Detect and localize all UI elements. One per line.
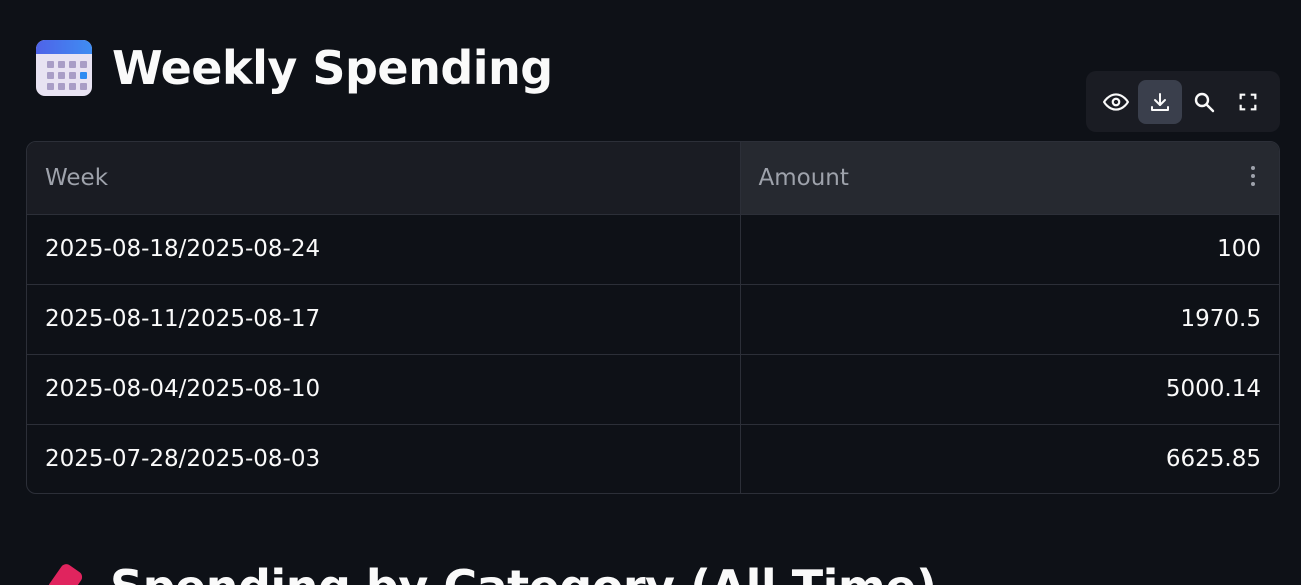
week-cell[interactable]: 2025-08-04/2025-08-10	[27, 354, 741, 425]
column-header-amount-label: Amount	[758, 164, 849, 191]
week-cell[interactable]: 2025-08-18/2025-08-24	[27, 214, 741, 285]
column-menu-icon[interactable]	[1251, 166, 1257, 186]
category-spending-heading: Spending by Category (All Time)	[36, 560, 937, 585]
section-title: Spending by Category (All Time)	[110, 564, 937, 585]
column-header-week[interactable]: Week	[27, 142, 741, 215]
column-header-amount[interactable]: Amount	[740, 142, 1279, 215]
download-csv-button[interactable]	[1138, 79, 1182, 124]
table-row: 2025-08-04/2025-08-10 5000.14	[27, 354, 1279, 425]
table-row: 2025-07-28/2025-08-03 6625.85	[27, 424, 1279, 493]
table-row: 2025-08-11/2025-08-17 1970.5	[27, 284, 1279, 355]
fullscreen-icon	[1239, 93, 1257, 110]
page-title: Weekly Spending	[112, 41, 553, 95]
search-button[interactable]	[1182, 80, 1226, 124]
calendar-icon	[36, 40, 92, 96]
amount-cell[interactable]: 5000.14	[740, 354, 1279, 425]
amount-cell[interactable]: 1970.5	[740, 284, 1279, 355]
pushpin-icon	[36, 560, 90, 585]
fullscreen-button[interactable]	[1226, 80, 1270, 124]
table-row: 2025-08-18/2025-08-24 100	[27, 214, 1279, 285]
app-page: Weekly Spending Week Amount 2025-08-18/2…	[0, 0, 1301, 585]
show-hide-columns-button[interactable]	[1094, 80, 1138, 124]
amount-cell[interactable]: 6625.85	[740, 424, 1279, 493]
amount-cell[interactable]: 100	[740, 214, 1279, 285]
weekly-spending-table[interactable]: Week Amount 2025-08-18/2025-08-24 100 20…	[26, 141, 1280, 494]
search-icon	[1194, 92, 1215, 112]
table-header-row: Week Amount	[27, 142, 1279, 215]
week-cell[interactable]: 2025-08-11/2025-08-17	[27, 284, 741, 355]
week-cell[interactable]: 2025-07-28/2025-08-03	[27, 424, 741, 493]
dataframe-toolbar	[1086, 71, 1280, 132]
eye-icon	[1103, 92, 1129, 111]
download-icon	[1151, 92, 1169, 111]
weekly-spending-heading: Weekly Spending	[36, 40, 553, 96]
